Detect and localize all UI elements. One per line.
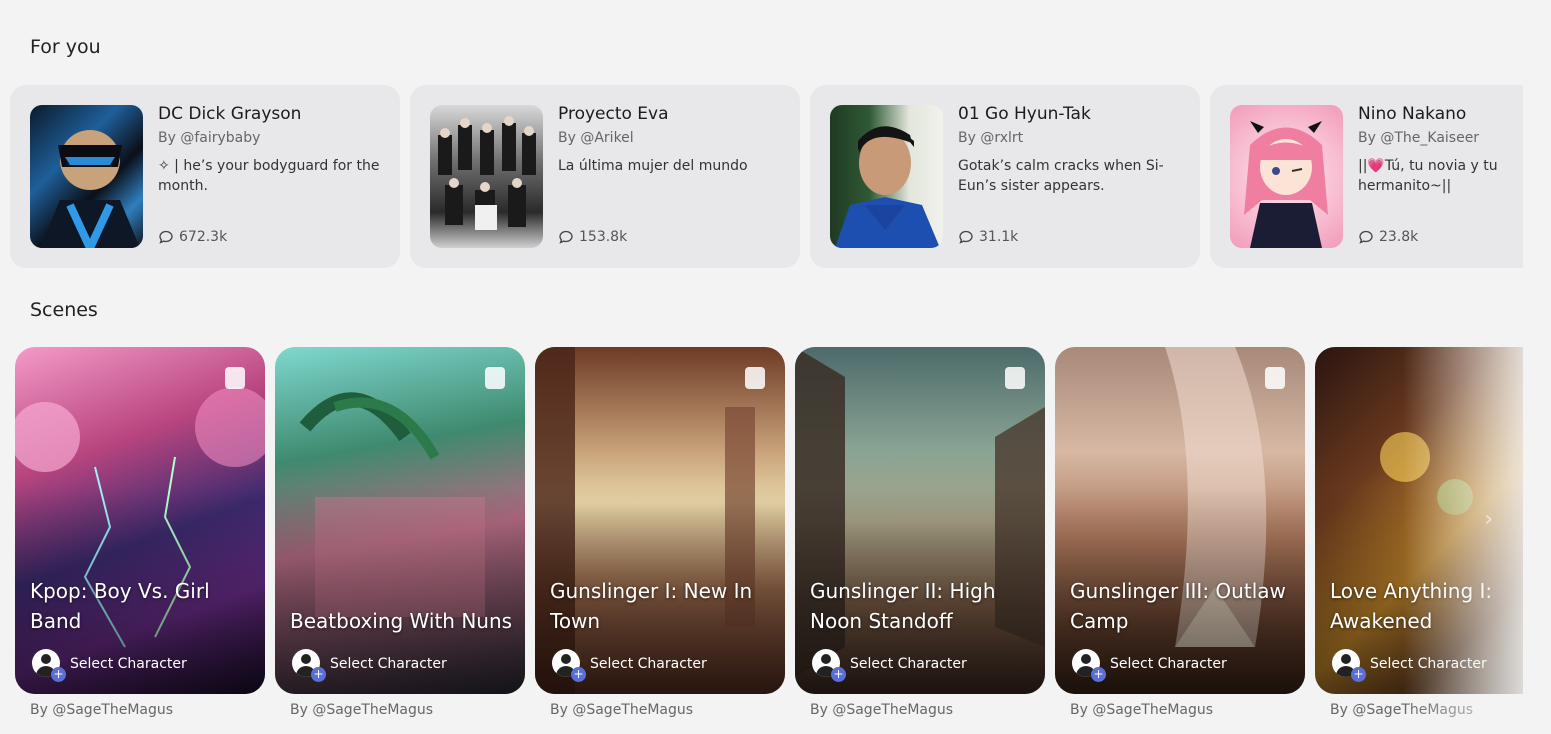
character-card[interactable]: DC Dick Grayson By @fairybaby ✧ | he’s y…: [10, 85, 400, 268]
avatar-plus-icon: +: [292, 649, 326, 682]
chat-bubble-icon: [959, 230, 973, 244]
sparkle-badge-icon[interactable]: [745, 367, 765, 389]
character-avatar: [30, 105, 143, 248]
scene-title: Love Anything I: Awakened: [1330, 579, 1493, 633]
scene-author[interactable]: By @SageTheMagus: [30, 702, 173, 718]
select-character-button[interactable]: + Select Character: [292, 649, 447, 682]
avatar-plus-icon: +: [1332, 649, 1366, 682]
character-author[interactable]: By @rxlrt: [958, 130, 1023, 146]
scene-card[interactable]: Kpop: Boy Vs. Girl Band + Select Charact…: [15, 347, 265, 694]
scene-title: Beatboxing With Nuns: [290, 609, 513, 633]
scene-author[interactable]: By @SageTheMagus: [290, 702, 433, 718]
scene-card[interactable]: Gunslinger II: High Noon Standoff + Sele…: [795, 347, 1045, 694]
select-character-label: Select Character: [330, 656, 447, 672]
select-character-label: Select Character: [70, 656, 187, 672]
character-description: Gotak’s calm cracks when Si-Eun’s sister…: [958, 158, 1164, 194]
chat-count: 23.8k: [1358, 229, 1418, 245]
character-author[interactable]: By @fairybaby: [158, 130, 260, 146]
character-avatar: [1230, 105, 1343, 248]
character-description: ✧ | he’s your bodyguard for the month.: [158, 158, 380, 194]
select-character-button[interactable]: + Select Character: [32, 649, 187, 682]
select-character-label: Select Character: [1110, 656, 1227, 672]
for-you-carousel: DC Dick Grayson By @fairybaby ✧ | he’s y…: [10, 85, 1523, 268]
scene-author[interactable]: By @SageTheMagus: [810, 702, 953, 718]
sparkle-badge-icon[interactable]: [225, 367, 245, 389]
chat-count: 153.8k: [558, 229, 627, 245]
chat-count-value: 672.3k: [179, 229, 228, 245]
sparkle-badge-icon[interactable]: [485, 367, 505, 389]
scene-card[interactable]: Gunslinger III: Outlaw Camp + Select Cha…: [1055, 347, 1305, 694]
avatar-plus-icon: +: [812, 649, 846, 682]
chat-count-value: 153.8k: [579, 229, 628, 245]
scene-author[interactable]: By @SageTheMagus: [550, 702, 693, 718]
select-character-button[interactable]: + Select Character: [812, 649, 967, 682]
chat-bubble-icon: [1359, 230, 1373, 244]
character-card[interactable]: Proyecto Eva By @Arikel La última mujer …: [410, 85, 800, 268]
character-name[interactable]: 01 Go Hyun-Tak: [958, 104, 1091, 124]
sparkle-badge-icon[interactable]: [1265, 367, 1285, 389]
avatar-plus-icon: +: [552, 649, 586, 682]
character-author[interactable]: By @Arikel: [558, 130, 634, 146]
avatar-plus-icon: +: [1072, 649, 1106, 682]
select-character-button[interactable]: + Select Character: [1072, 649, 1227, 682]
scene-title: Gunslinger I: New In Town: [550, 579, 753, 633]
character-name[interactable]: Nino Nakano: [1358, 104, 1466, 124]
select-character-button[interactable]: + Select Character: [1332, 649, 1487, 682]
select-character-label: Select Character: [1370, 656, 1487, 672]
scene-title: Gunslinger III: Outlaw Camp: [1070, 579, 1286, 633]
scene-title: Kpop: Boy Vs. Girl Band: [30, 579, 210, 633]
scene-title: Gunslinger II: High Noon Standoff: [810, 579, 996, 633]
character-card[interactable]: 01 Go Hyun-Tak By @rxlrt Gotak’s calm cr…: [810, 85, 1200, 268]
character-avatar: [830, 105, 943, 248]
select-character-label: Select Character: [850, 656, 967, 672]
character-avatar: [430, 105, 543, 248]
character-name[interactable]: DC Dick Grayson: [158, 104, 301, 124]
character-card[interactable]: Nino Nakano By @The_Kaiseer ||💗Tú, tu no…: [1210, 85, 1523, 268]
select-character-button[interactable]: + Select Character: [552, 649, 707, 682]
character-author[interactable]: By @The_Kaiseer: [1358, 130, 1479, 146]
scenes-heading: Scenes: [30, 299, 98, 321]
scene-card[interactable]: Gunslinger I: New In Town + Select Chara…: [535, 347, 785, 694]
avatar-plus-icon: +: [32, 649, 66, 682]
select-character-label: Select Character: [590, 656, 707, 672]
sparkle-badge-icon[interactable]: [1005, 367, 1025, 389]
chevron-right-icon[interactable]: ›: [1484, 507, 1493, 532]
scenes-carousel: Kpop: Boy Vs. Girl Band + Select Charact…: [15, 347, 1523, 734]
chat-count: 672.3k: [158, 229, 227, 245]
character-name[interactable]: Proyecto Eva: [558, 104, 669, 124]
scene-author[interactable]: By @SageTheMagus: [1070, 702, 1213, 718]
chat-count-value: 31.1k: [979, 229, 1019, 245]
character-description: La última mujer del mundo: [558, 158, 748, 174]
scene-card[interactable]: Beatboxing With Nuns + Select Character: [275, 347, 525, 694]
chat-count: 31.1k: [958, 229, 1018, 245]
for-you-heading: For you: [30, 36, 101, 58]
chat-bubble-icon: [159, 230, 173, 244]
character-description: ||💗Tú, tu novia y tu hermanito~||: [1358, 158, 1498, 194]
chat-bubble-icon: [559, 230, 573, 244]
chat-count-value: 23.8k: [1379, 229, 1419, 245]
scene-author[interactable]: By @SageTheMagus: [1330, 702, 1473, 718]
